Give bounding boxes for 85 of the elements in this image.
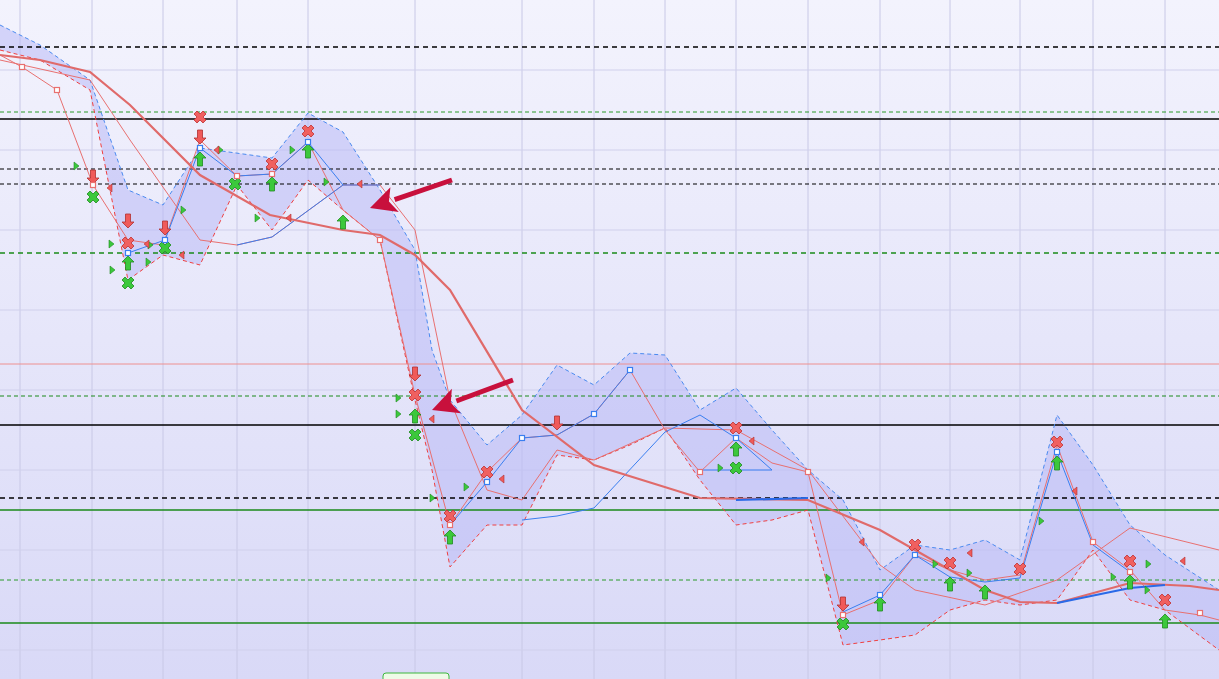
triangle-marker-icon [1110, 572, 1117, 582]
cross-marker-icon [1123, 554, 1137, 568]
triangle-marker-icon [428, 414, 435, 424]
cross-marker-icon [836, 617, 850, 631]
point-marker-icon [1089, 538, 1097, 546]
triangle-marker-icon [106, 183, 113, 193]
point-marker-icon [53, 86, 61, 94]
down-arrow-icon [836, 596, 850, 612]
triangle-marker-icon [178, 250, 185, 260]
triangle-marker-icon [108, 239, 115, 249]
triangle-marker-icon [109, 265, 116, 275]
up-arrow-icon [408, 408, 422, 424]
point-marker-icon [518, 434, 526, 442]
down-arrow-icon [121, 213, 135, 229]
cross-marker-icon [86, 190, 100, 204]
cross-marker-icon [408, 428, 422, 442]
triangle-marker-icon [145, 257, 152, 267]
point-marker-icon [696, 468, 704, 476]
triangle-marker-icon [1038, 516, 1045, 526]
down-arrow-icon [408, 366, 422, 382]
triangle-marker-icon [717, 463, 724, 473]
up-arrow-icon [265, 176, 279, 192]
cross-marker-icon [729, 461, 743, 475]
up-arrow-icon [121, 255, 135, 271]
down-arrow-icon [193, 129, 207, 145]
point-marker-icon [1196, 609, 1204, 617]
triangle-marker-icon [748, 436, 755, 446]
cross-marker-icon [1050, 435, 1064, 449]
cross-marker-icon [121, 236, 135, 250]
cross-marker-icon [443, 509, 457, 523]
point-marker-icon [804, 468, 812, 476]
cross-marker-icon [908, 538, 922, 552]
up-arrow-icon [943, 576, 957, 592]
triangle-marker-icon [1145, 559, 1152, 569]
up-arrow-icon [193, 151, 207, 167]
point-marker-icon [876, 591, 884, 599]
triangle-marker-icon [356, 179, 363, 189]
cross-marker-icon [265, 157, 279, 171]
cross-marker-icon [480, 465, 494, 479]
up-arrow-icon [873, 596, 887, 612]
triangle-marker-icon [498, 474, 505, 484]
cross-marker-icon [228, 177, 242, 191]
down-arrow-icon [550, 415, 564, 431]
triangle-marker-icon [1071, 486, 1078, 496]
cross-marker-icon [943, 556, 957, 570]
triangle-marker-icon [323, 177, 330, 187]
point-marker-icon [626, 366, 634, 374]
up-arrow-icon [336, 214, 350, 230]
triangle-marker-icon [180, 205, 187, 215]
point-marker-icon [376, 236, 384, 244]
up-arrow-icon [1050, 455, 1064, 471]
triangle-marker-icon [395, 393, 402, 403]
triangle-marker-icon [932, 559, 939, 569]
up-arrow-icon [1123, 574, 1137, 590]
down-arrow-icon [158, 220, 172, 236]
triangle-marker-icon [395, 409, 402, 419]
triangle-marker-icon [289, 145, 296, 155]
triangle-marker-icon [285, 213, 292, 223]
triangle-marker-icon [254, 213, 261, 223]
triangle-marker-icon [1179, 556, 1186, 566]
up-arrow-icon [1158, 613, 1172, 629]
triangle-marker-icon [966, 548, 973, 558]
triangle-marker-icon [429, 493, 436, 503]
up-arrow-icon [729, 441, 743, 457]
up-arrow-icon [978, 584, 992, 600]
cross-marker-icon [301, 124, 315, 138]
triangle-marker-icon [73, 161, 80, 171]
point-marker-icon [233, 172, 241, 180]
cross-marker-icon [1158, 593, 1172, 607]
cross-marker-icon [158, 241, 172, 255]
cross-marker-icon [1013, 562, 1027, 576]
cross-marker-icon [729, 421, 743, 435]
point-marker-icon [18, 63, 26, 71]
cross-marker-icon [193, 110, 207, 124]
up-arrow-icon [443, 529, 457, 545]
triangle-marker-icon [825, 573, 832, 583]
triangle-marker-icon [463, 482, 470, 492]
up-arrow-icon [301, 143, 315, 159]
triangle-marker-icon [966, 568, 973, 578]
cross-marker-icon [408, 388, 422, 402]
point-marker-icon [590, 410, 598, 418]
triangle-marker-icon [1144, 585, 1151, 595]
down-arrow-icon [86, 169, 100, 185]
triangle-marker-icon [858, 537, 865, 547]
cross-marker-icon [121, 276, 135, 290]
